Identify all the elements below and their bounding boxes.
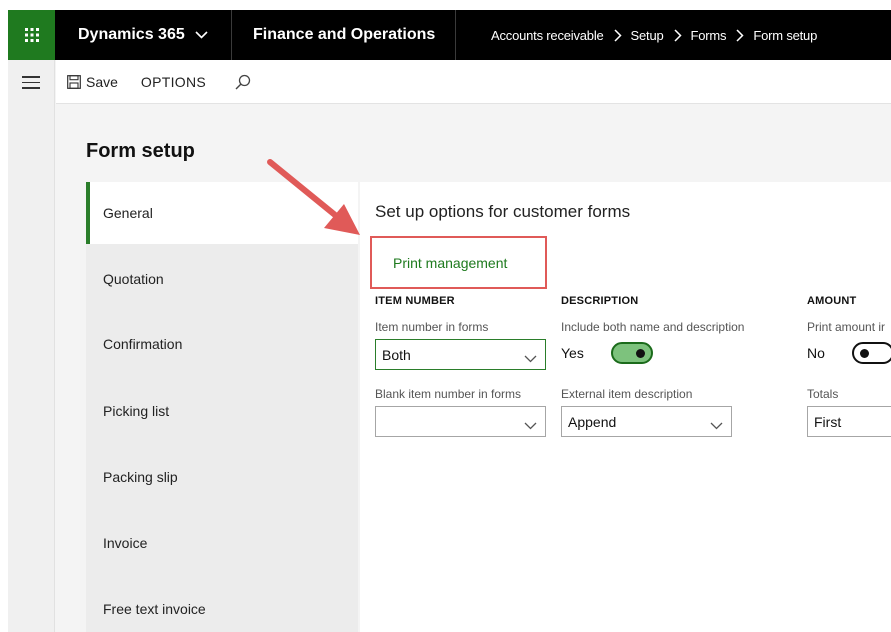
form-tab-list: General Quotation Confirmation Picking l… bbox=[86, 182, 358, 632]
save-icon bbox=[67, 74, 81, 89]
chevron-right-icon bbox=[674, 28, 682, 42]
item-number-in-forms-select[interactable]: Both bbox=[375, 339, 546, 370]
item-number-in-forms-value: Both bbox=[382, 346, 411, 363]
app-name: Dynamics 365 bbox=[78, 26, 185, 43]
print-management-highlight: Print management bbox=[370, 236, 547, 289]
external-item-description-select[interactable]: Append bbox=[561, 406, 732, 437]
totals-label: Totals bbox=[807, 387, 839, 401]
chevron-down-icon bbox=[195, 26, 208, 44]
action-pane: Save OPTIONS bbox=[56, 60, 891, 104]
search-icon bbox=[235, 74, 251, 89]
divider bbox=[231, 10, 232, 60]
chevron-down-icon bbox=[524, 350, 537, 366]
chevron-right-icon bbox=[736, 28, 744, 42]
save-button[interactable]: Save bbox=[67, 74, 118, 90]
hamburger-menu-icon[interactable] bbox=[22, 76, 40, 90]
tab-invoice[interactable]: Invoice bbox=[86, 511, 358, 575]
amount-header: AMOUNT bbox=[807, 295, 857, 307]
external-item-description-label: External item description bbox=[561, 387, 693, 401]
print-management-button[interactable]: Print management bbox=[393, 255, 507, 271]
print-amount-toggle[interactable] bbox=[851, 342, 891, 364]
waffle-icon bbox=[24, 28, 39, 42]
app-window: Dynamics 365 Finance and Operations Acco… bbox=[8, 10, 891, 632]
general-tab-panel: Set up options for customer forms Print … bbox=[360, 182, 891, 632]
breadcrumb: Accounts receivable Setup Forms Form set… bbox=[491, 10, 817, 60]
totals-value: First bbox=[814, 413, 842, 430]
app-switcher[interactable]: Dynamics 365 bbox=[78, 10, 208, 60]
external-item-description-value: Append bbox=[568, 413, 617, 430]
include-name-description-label: Include both name and description bbox=[561, 320, 745, 334]
chevron-right-icon bbox=[614, 28, 622, 42]
tab-picking-list[interactable]: Picking list bbox=[86, 379, 358, 443]
save-label: Save bbox=[86, 73, 118, 90]
navigation-rail bbox=[8, 60, 55, 632]
panel-title: Set up options for customer forms bbox=[375, 202, 631, 221]
include-name-description-field: Yes bbox=[561, 342, 653, 364]
breadcrumb-item[interactable]: Setup bbox=[631, 28, 664, 43]
blank-item-number-label: Blank item number in forms bbox=[375, 387, 522, 401]
app-launcher-button[interactable] bbox=[8, 10, 55, 60]
module-name: Finance and Operations bbox=[253, 26, 436, 43]
tab-packing-slip[interactable]: Packing slip bbox=[86, 445, 358, 509]
tab-quotation[interactable]: Quotation bbox=[86, 247, 358, 311]
print-amount-label: Print amount ir bbox=[807, 320, 886, 334]
top-nav-bar: Dynamics 365 Finance and Operations Acco… bbox=[8, 10, 891, 60]
tab-free-text-invoice[interactable]: Free text invoice bbox=[86, 577, 358, 632]
item-number-header: ITEM NUMBER bbox=[375, 295, 455, 307]
search-button[interactable] bbox=[235, 74, 251, 90]
chevron-down-icon bbox=[524, 417, 537, 433]
blank-item-number-select[interactable] bbox=[375, 406, 546, 437]
include-name-description-toggle[interactable] bbox=[610, 342, 653, 364]
description-header: DESCRIPTION bbox=[561, 295, 639, 307]
divider bbox=[455, 10, 456, 60]
page-title: Form setup bbox=[86, 140, 195, 162]
chevron-down-icon bbox=[710, 417, 723, 433]
options-tab[interactable]: OPTIONS bbox=[141, 74, 206, 90]
totals-select[interactable]: First bbox=[807, 406, 891, 437]
tab-general[interactable]: General bbox=[86, 182, 358, 244]
print-amount-field: No bbox=[807, 342, 891, 364]
breadcrumb-item-current[interactable]: Form setup bbox=[753, 28, 817, 43]
breadcrumb-item[interactable]: Accounts receivable bbox=[491, 28, 604, 43]
include-name-description-value: Yes bbox=[561, 345, 584, 361]
item-number-in-forms-label: Item number in forms bbox=[375, 320, 489, 334]
breadcrumb-item[interactable]: Forms bbox=[691, 28, 727, 43]
tab-confirmation[interactable]: Confirmation bbox=[86, 312, 358, 376]
print-amount-value: No bbox=[807, 345, 825, 361]
